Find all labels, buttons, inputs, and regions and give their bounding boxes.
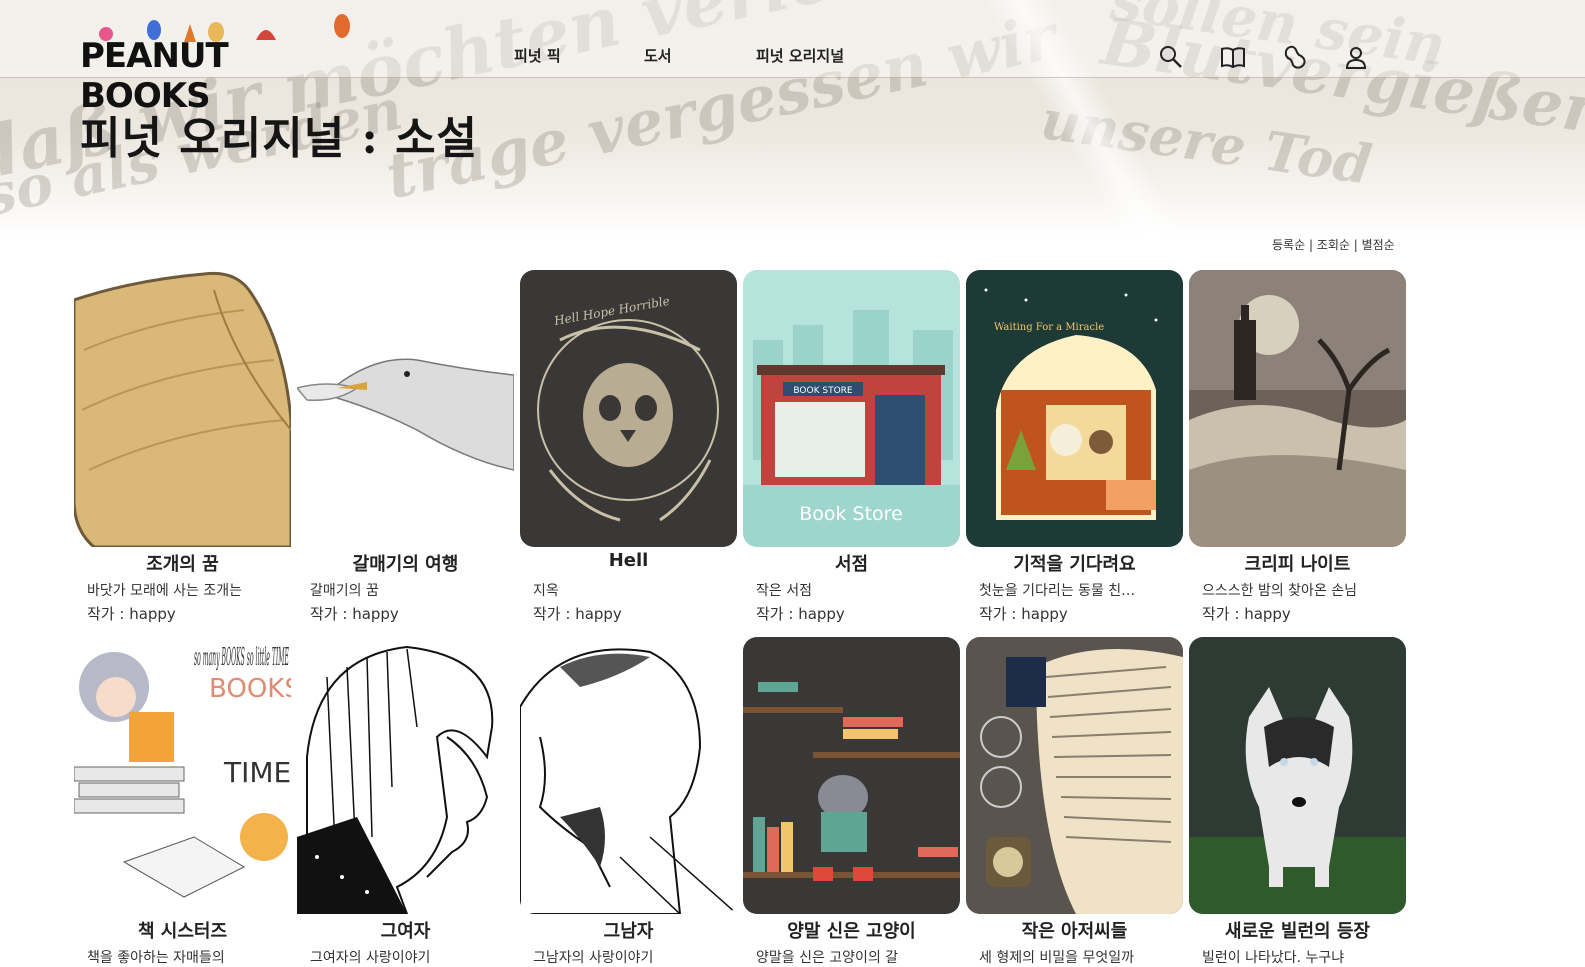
book-card[interactable]: 새로운 빌런의 등장 빌런이 나타났다. 누구냐 (1189, 637, 1406, 966)
book-author: 작가 : happy (756, 605, 845, 623)
book-author: 작가 : happy (533, 605, 622, 623)
book-cover-bookstore[interactable]: BOOK STORE Book Store (743, 270, 960, 547)
book-title[interactable]: 새로운 빌런의 등장 (1189, 917, 1406, 943)
book-title[interactable]: 작은 아저씨들 (966, 917, 1183, 943)
book-description: 세 형제의 비밀을 무엇일까 (979, 950, 1135, 966)
book-description: 바닷가 모래에 사는 조개는 (87, 583, 243, 599)
book-card[interactable]: 양말 신은 고양이 양말을 신은 고양이의 갈 (743, 637, 960, 966)
book-author: 작가 : happy (979, 605, 1068, 623)
book-cover-book-sisters[interactable]: so many BOOKS so little TIME BOOKS TIME (74, 637, 291, 914)
book-cover-creepy-night[interactable] (1189, 270, 1406, 547)
book-description: 그여자의 사랑이야기 (310, 950, 431, 966)
book-title[interactable]: 크리피 나이트 (1189, 550, 1406, 576)
nav-peanut-pick[interactable]: 피넛 픽 (514, 45, 561, 66)
book-cover-hell[interactable]: Hell Hope Horrible (520, 270, 737, 547)
book-card[interactable]: 조개의 꿈 바닷가 모래에 사는 조개는 작가 : happy (74, 270, 291, 623)
sort-by-rating[interactable]: 별점순 (1362, 238, 1395, 252)
user-icon[interactable] (1343, 44, 1369, 70)
book-card[interactable]: so many BOOKS so little TIME BOOKS TIME … (74, 637, 291, 966)
book-cover-socks-cat[interactable] (743, 637, 960, 914)
book-cover-miracle[interactable]: Waiting For a Miracle (966, 270, 1183, 547)
book-card[interactable]: BOOK STORE Book Store 서점 작은 서점 작가 : happ… (743, 270, 960, 623)
miracle-cover-text: Waiting For a Miracle (994, 322, 1104, 333)
sort-by-registration[interactable]: 등록순 (1272, 238, 1305, 252)
book-author: 작가 : happy (87, 605, 176, 623)
book-title[interactable]: 기적을 기다려요 (966, 550, 1183, 576)
page-title: 피넛 오리지널 : 소설 (80, 113, 479, 164)
book-title[interactable]: Hell (520, 550, 737, 571)
book-description: 으스스한 밤의 찾아온 손님 (1202, 583, 1358, 599)
search-icon[interactable] (1158, 44, 1184, 70)
book-card[interactable]: 그여자 그여자의 사랑이야기 (297, 637, 514, 966)
book-title[interactable]: 양말 신은 고양이 (743, 917, 960, 943)
book-icon[interactable] (1220, 44, 1246, 70)
book-card[interactable]: Hell Hope Horrible Hell 지옥 작가 : happy (520, 270, 737, 623)
book-description: 지옥 (533, 583, 559, 599)
book-card[interactable]: 그남자 그남자의 사랑이야기 (520, 637, 737, 966)
book-description: 작은 서점 (756, 583, 812, 599)
book-title[interactable]: 그여자 (297, 917, 514, 943)
peanut-icon[interactable] (1282, 44, 1308, 70)
book-title[interactable]: 그남자 (520, 917, 737, 943)
book-cover-little-men[interactable] (966, 637, 1183, 914)
book-description: 양말을 신은 고양이의 갈 (756, 950, 899, 966)
book-description: 첫눈을 기다리는 동물 친… (979, 583, 1136, 599)
top-navigation-bar: PEANUT BOOKS 피넛 픽 도서 피넛 오리지널 (0, 0, 1585, 116)
book-author: 작가 : happy (310, 605, 399, 623)
book-description: 그남자의 사랑이야기 (533, 950, 654, 966)
book-title[interactable]: 책 시스터즈 (74, 917, 291, 943)
sort-separator: | (1305, 238, 1317, 252)
bookstore-sign: BOOK STORE (793, 386, 852, 396)
bookstore-caption: Book Store (799, 503, 903, 525)
sort-options: 등록순 | 조회순 | 별점순 (1272, 236, 1395, 253)
book-description: 빌런이 나타났다. 누구냐 (1202, 950, 1345, 966)
book-cover-her[interactable] (297, 637, 514, 914)
nav-books[interactable]: 도서 (644, 45, 672, 66)
svg-text:TIME: TIME (223, 756, 291, 789)
book-cover-clam[interactable] (74, 270, 291, 547)
sisters-cover-text: so many BOOKS so little TIME (194, 643, 289, 671)
sort-by-views[interactable]: 조회순 (1317, 238, 1350, 252)
book-description: 책을 좋아하는 자매들의 (87, 950, 225, 966)
book-card[interactable]: Waiting For a Miracle 기적을 기다려요 첫눈을 기다리는 … (966, 270, 1183, 623)
sort-separator: | (1349, 238, 1362, 252)
book-cover-new-villain[interactable] (1189, 637, 1406, 914)
nav-peanut-original[interactable]: 피넛 오리지널 (756, 45, 844, 66)
site-logo[interactable]: PEANUT BOOKS (80, 12, 355, 116)
book-cover-seagull[interactable] (297, 270, 514, 547)
book-title[interactable]: 서점 (743, 550, 960, 576)
book-description: 갈매기의 꿈 (310, 583, 379, 599)
book-card[interactable]: 크리피 나이트 으스스한 밤의 찾아온 손님 작가 : happy (1189, 270, 1406, 623)
book-title[interactable]: 갈매기의 여행 (297, 550, 514, 576)
book-author: 작가 : happy (1202, 605, 1291, 623)
book-cover-him[interactable] (520, 637, 737, 914)
book-title[interactable]: 조개의 꿈 (74, 550, 291, 576)
book-card[interactable]: 작은 아저씨들 세 형제의 비밀을 무엇일까 (966, 637, 1183, 966)
book-card[interactable]: 갈매기의 여행 갈매기의 꿈 작가 : happy (297, 270, 514, 623)
svg-text:BOOKS: BOOKS (209, 674, 291, 704)
